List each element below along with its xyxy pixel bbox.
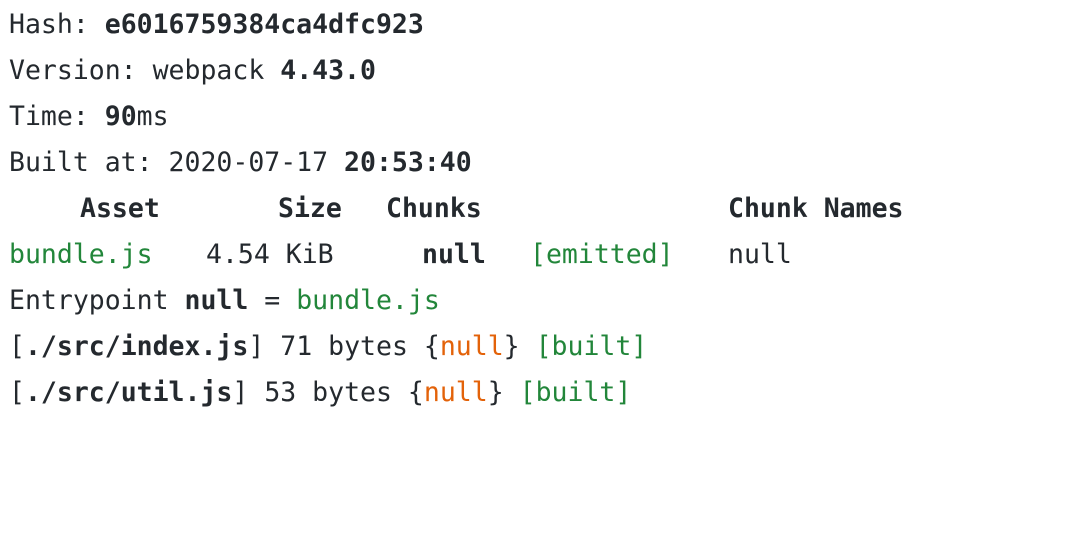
entrypoint-equals: =: [248, 285, 297, 316]
module-size: 71 bytes: [264, 331, 424, 362]
module-line: [./src/index.js] 71 bytes {null} [built]: [9, 324, 1069, 370]
hash-label: Hash:: [9, 9, 105, 40]
table-row: bundle.js 4.54 KiB null [emitted] null: [9, 232, 1069, 278]
module-bracket-close: ]: [232, 377, 249, 408]
module-brace-open: {: [407, 377, 424, 408]
module-bracket-open: [: [9, 331, 25, 362]
version-label: Version: webpack: [9, 55, 281, 86]
version-line: Version: webpack 4.43.0: [9, 48, 1069, 94]
time-label: Time:: [9, 101, 105, 132]
module-brace-close: }: [487, 377, 520, 408]
entrypoint-name: null: [184, 285, 249, 316]
asset-table-header: Asset Size Chunks Chunk Names: [9, 186, 1069, 232]
asset-size: 4.54 KiB: [206, 239, 334, 270]
asset-chunk-names: null: [728, 239, 792, 270]
version-value: 4.43.0: [280, 55, 376, 86]
module-bracket-close: ]: [248, 331, 265, 362]
webpack-build-output: Hash: e6016759384ca4dfc923 Version: webp…: [9, 2, 1069, 416]
module-brace-open: {: [423, 331, 440, 362]
time-unit: ms: [136, 101, 169, 132]
chunks-header: Chunks: [386, 193, 482, 224]
asset-header: Asset: [80, 193, 160, 224]
asset-status: [emitted]: [530, 239, 674, 270]
module-status: [built]: [519, 377, 632, 408]
asset-chunks: null: [422, 239, 486, 270]
entrypoint-label: Entrypoint: [9, 285, 185, 316]
module-brace-close: }: [503, 331, 536, 362]
built-at-time: 20:53:40: [344, 147, 472, 178]
hash-value: e6016759384ca4dfc923: [104, 9, 424, 40]
module-chunk: null: [423, 377, 488, 408]
module-path: ./src/index.js: [24, 331, 249, 362]
asset-name: bundle.js: [9, 239, 153, 270]
time-line: Time: 90ms: [9, 94, 1069, 140]
built-at-label: Built at: 2020-07-17: [9, 147, 345, 178]
module-size: 53 bytes: [248, 377, 408, 408]
chunk-names-header: Chunk Names: [728, 193, 904, 224]
size-header: Size: [278, 193, 342, 224]
module-status: [built]: [535, 331, 648, 362]
module-path: ./src/util.js: [24, 377, 233, 408]
built-at-line: Built at: 2020-07-17 20:53:40: [9, 140, 1069, 186]
module-line: [./src/util.js] 53 bytes {null} [built]: [9, 370, 1069, 416]
hash-line: Hash: e6016759384ca4dfc923: [9, 2, 1069, 48]
time-value: 90: [104, 101, 137, 132]
module-bracket-open: [: [9, 377, 25, 408]
entrypoint-line: Entrypoint null = bundle.js: [9, 278, 1069, 324]
entrypoint-file: bundle.js: [296, 285, 440, 316]
module-chunk: null: [439, 331, 504, 362]
